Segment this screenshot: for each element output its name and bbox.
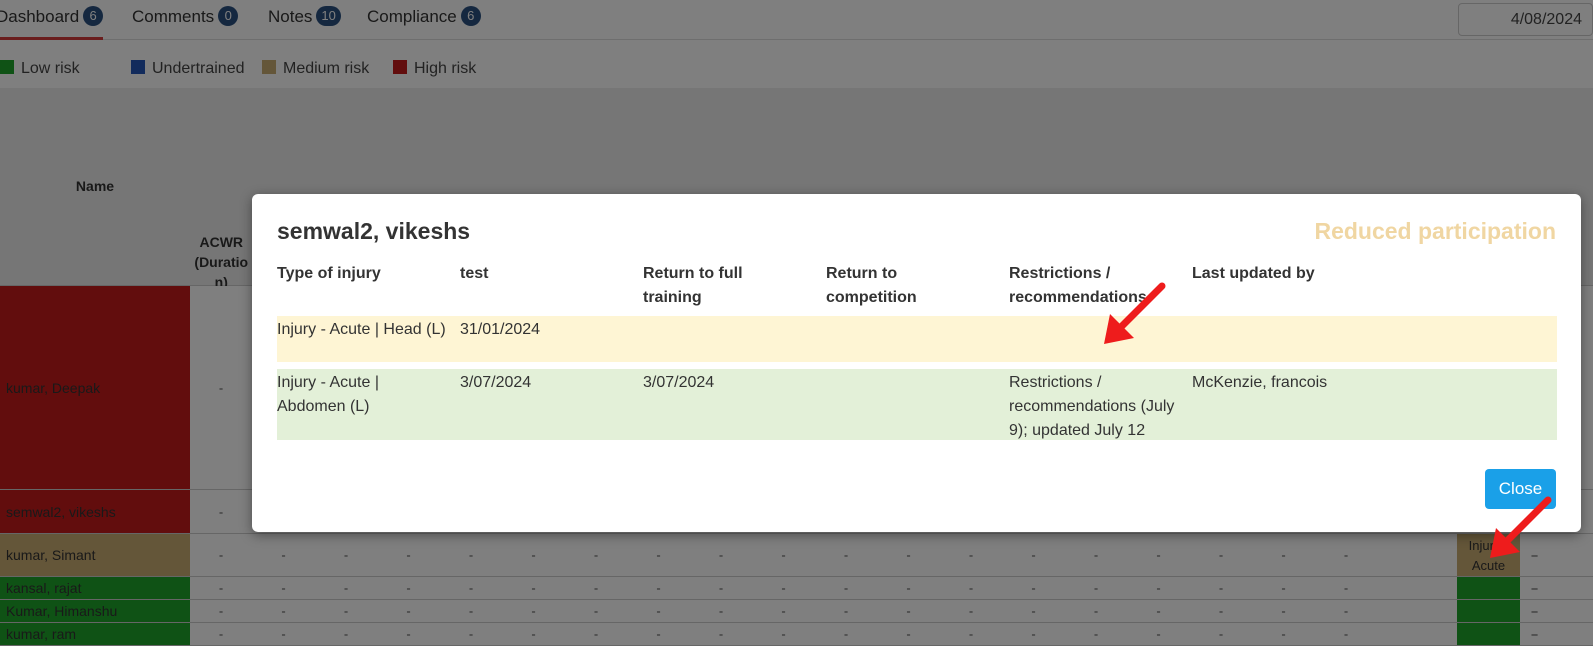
modal-title: semwal2, vikeshs <box>277 218 471 244</box>
participation-status: Reduced participation <box>1314 218 1556 244</box>
cell-type-of-injury: Injury - Acute | Head (L) <box>277 321 446 338</box>
injury-row[interactable]: Injury - Acute | Head (L) 31/01/2024 <box>277 316 1557 362</box>
cell-type-of-injury: Injury - Acute | Abdomen (L) <box>277 374 379 415</box>
cell-return-to-full-training: 3/07/2024 <box>643 374 715 391</box>
header-return-to-competition: Return to competition <box>826 265 917 306</box>
cell-test: 3/07/2024 <box>460 374 532 391</box>
cell-test: 31/01/2024 <box>460 321 541 338</box>
header-test: test <box>460 265 489 282</box>
header-last-updated-by: Last updated by <box>1192 265 1315 282</box>
injury-row[interactable]: Injury - Acute | Abdomen (L) 3/07/2024 3… <box>277 369 1557 440</box>
cell-last-updated-by: McKenzie, francois <box>1192 374 1328 391</box>
header-return-to-full-training: Return to full training <box>643 265 743 306</box>
annotation-arrow-icon <box>1490 496 1552 558</box>
injury-table-header: Type of injury test Return to full train… <box>277 262 1557 310</box>
header-type-of-injury: Type of injury <box>277 265 381 282</box>
cell-restrictions: Restrictions / recommendations (July 9);… <box>1009 374 1175 439</box>
injury-modal: semwal2, vikeshs Reduced participation T… <box>252 194 1581 532</box>
annotation-arrow-icon <box>1104 282 1166 344</box>
